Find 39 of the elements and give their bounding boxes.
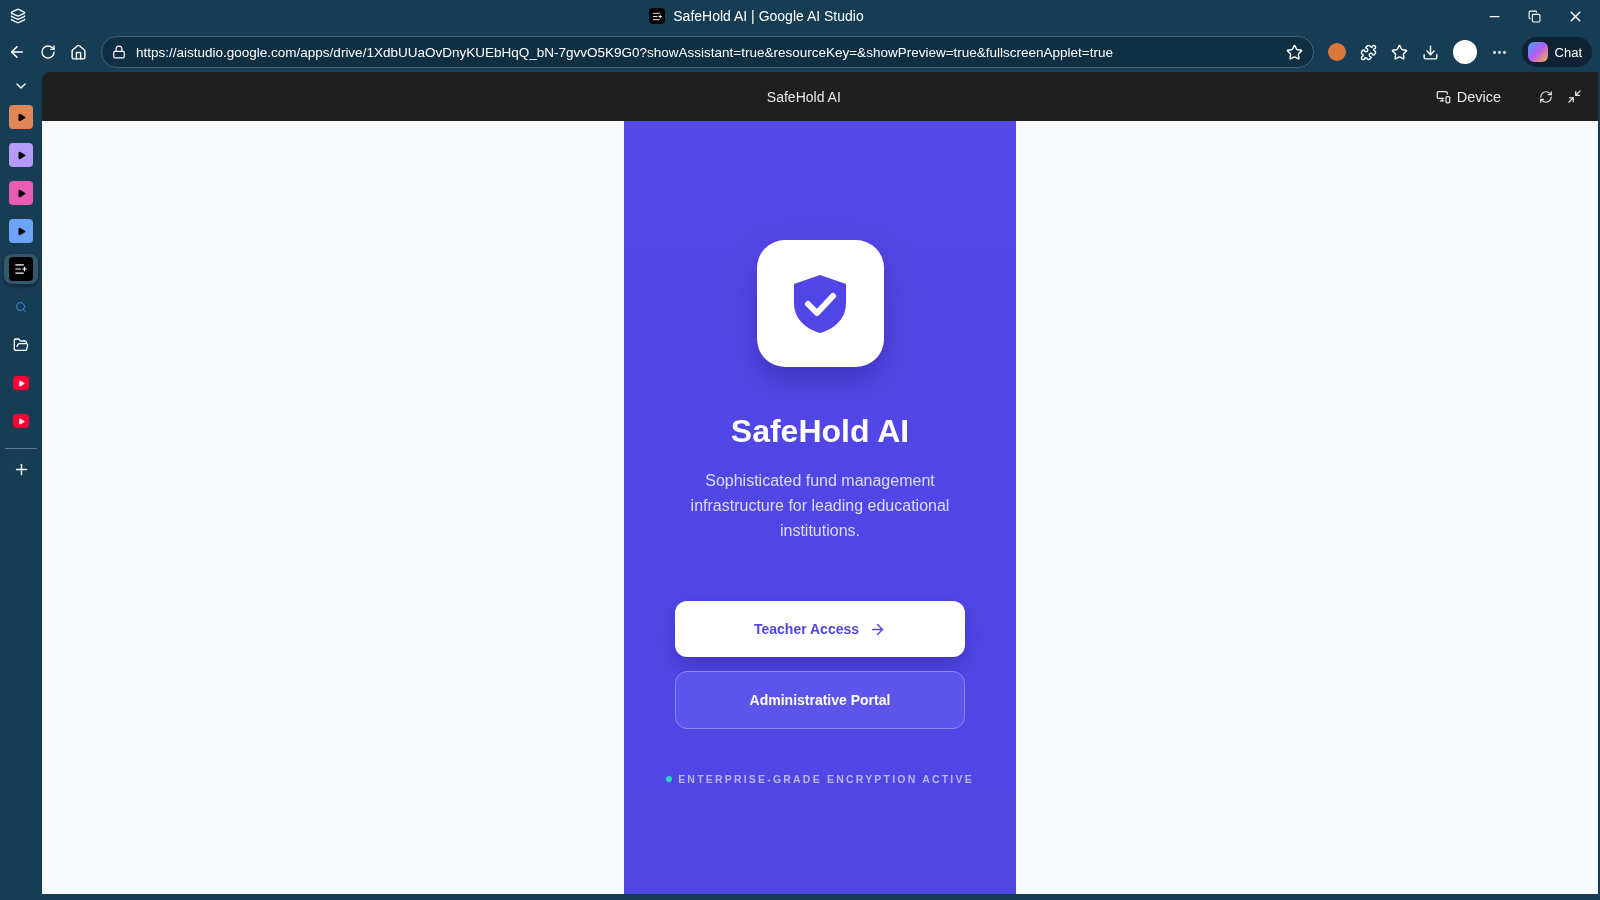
video-play-icon xyxy=(13,414,29,428)
portal-button[interactable]: Administrative Portal xyxy=(675,671,965,729)
status-text: ENTERPRISE-GRADE ENCRYPTION ACTIVE xyxy=(678,773,974,785)
window-title: SafeHold AI | Google AI Studio xyxy=(673,8,864,24)
copilot-icon xyxy=(1527,42,1548,62)
lock-icon xyxy=(112,45,126,59)
tab-favicon-icon xyxy=(9,143,33,167)
chat-button[interactable]: Chat xyxy=(1521,37,1592,67)
tab-favicon-icon xyxy=(9,257,33,281)
favorites-icon[interactable] xyxy=(1390,43,1408,61)
shield-check-icon xyxy=(791,272,849,335)
vertical-tab[interactable] xyxy=(4,254,38,284)
workspaces-icon[interactable] xyxy=(10,8,26,24)
address-bar[interactable]: https://aistudio.google.com/apps/drive/1XdbUUaOvDnyKUEbHqQ_bN-7gvvO5K9G0?showAssistant=true&resourceKey=&showPreview=true&fullscreenApplet=true xyxy=(101,36,1314,68)
url-text: https://aistudio.google.com/apps/drive/1XdbUUaOvDnyKUEbHqQ_bN-7gvvO5K9G0?showAssistant=true&resourceKey=&showPreview=true&fullscreenApplet=true xyxy=(136,44,1114,60)
reload-icon[interactable] xyxy=(40,44,56,60)
extension-icon[interactable] xyxy=(1327,43,1346,61)
devices-icon xyxy=(1435,89,1451,104)
folder-icon xyxy=(13,337,29,353)
restore-icon[interactable] xyxy=(1528,9,1541,23)
tab-favicon-icon xyxy=(9,219,33,243)
app-description: Sophisticated fund management infrastructure for leading educational institutions. xyxy=(689,471,951,541)
star-icon[interactable] xyxy=(1285,43,1303,61)
applet-title: SafeHold AI xyxy=(765,88,842,105)
avatar-icon[interactable] xyxy=(1452,40,1477,64)
teacher-access-button[interactable]: Teacher Access xyxy=(675,601,965,657)
device-button[interactable]: Device xyxy=(1429,87,1507,106)
download-icon[interactable] xyxy=(1421,43,1439,61)
tab-favicon-icon xyxy=(9,181,33,205)
exit-fullscreen-button[interactable] xyxy=(1567,89,1582,104)
search-icon xyxy=(15,301,27,313)
extensions-icon[interactable] xyxy=(1359,43,1377,61)
tab-favicon-icon xyxy=(649,8,666,24)
home-icon[interactable] xyxy=(70,43,87,61)
video-play-icon xyxy=(13,376,29,390)
tab-favicon-icon xyxy=(9,105,33,129)
app-title: SafeHold AI xyxy=(730,413,910,450)
back-icon[interactable] xyxy=(8,43,26,61)
refresh-button[interactable] xyxy=(1539,89,1553,104)
